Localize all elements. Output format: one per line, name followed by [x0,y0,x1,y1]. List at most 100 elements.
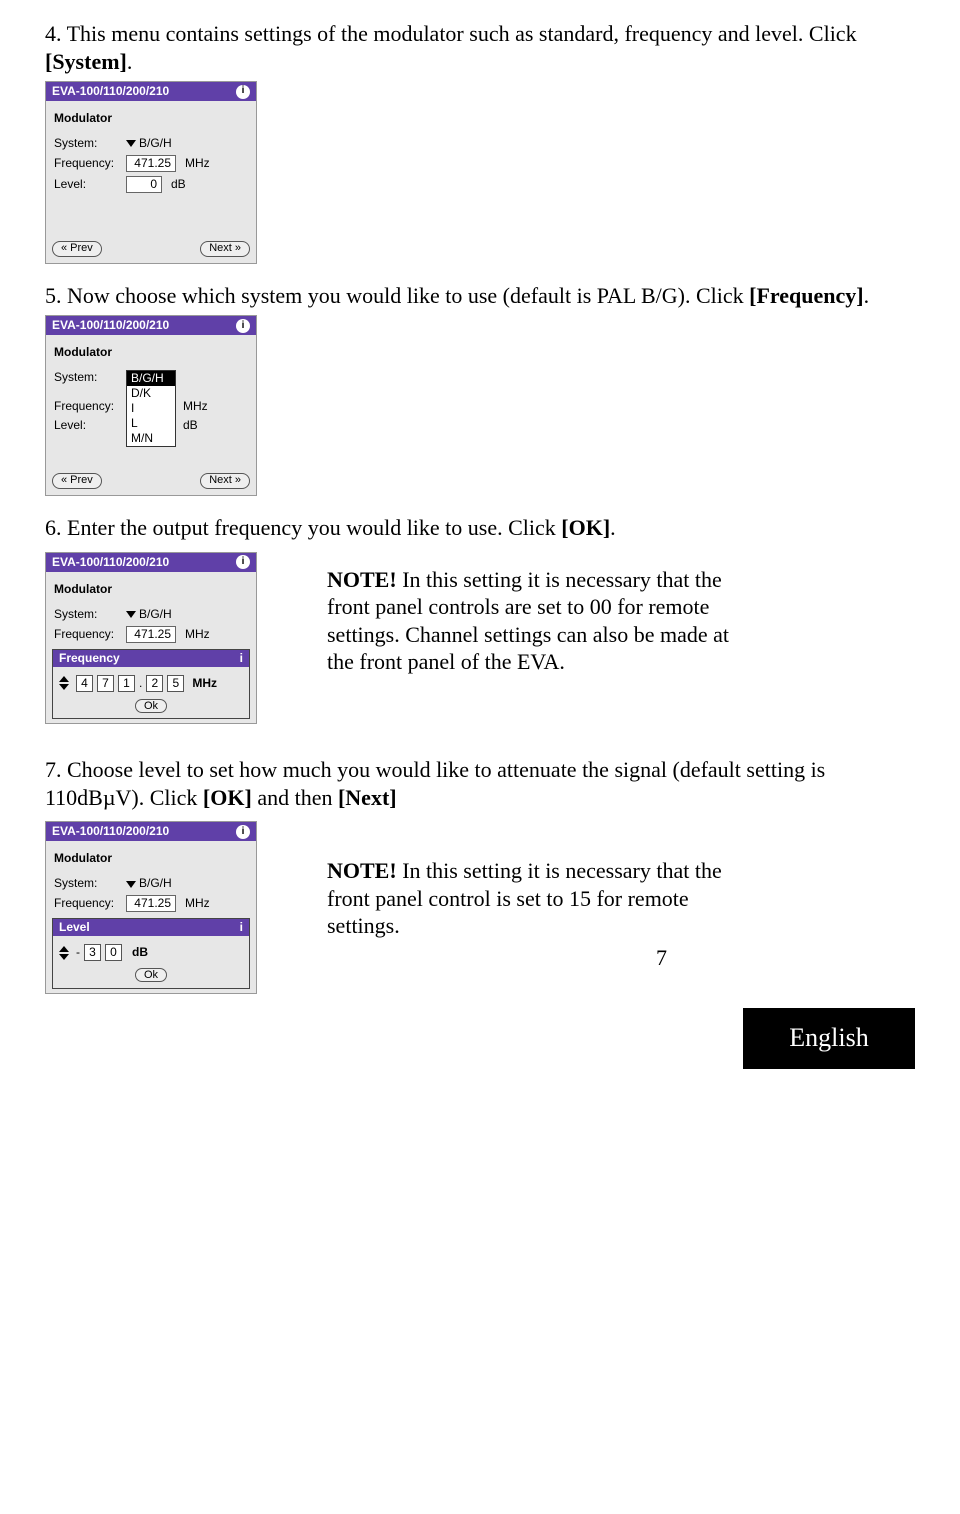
step5-text-c: . [864,283,870,308]
decimal-point: . [139,676,142,691]
panel4-section: Modulator [54,851,248,866]
sub-unit: dB [132,945,148,960]
digit-input[interactable]: 7 [97,675,114,692]
digit-input[interactable]: 5 [167,675,184,692]
digit-input[interactable]: 4 [76,675,93,692]
digit-input[interactable]: 3 [84,944,101,961]
step6-ok-ref: [OK] [561,515,610,540]
step7-ok-ref: [OK] [203,785,252,810]
screenshot-panel-1: EVA-100/110/200/210 i Modulator System: … [45,81,257,264]
level-unit: dB [171,177,186,192]
panel1-title: EVA-100/110/200/210 [52,84,169,99]
note-2: NOTE! In this setting it is necessary th… [327,817,757,971]
frequency-unit: MHz [185,156,210,171]
panel2-section: Modulator [54,345,248,360]
system-label: System: [54,136,120,151]
spinner-icon[interactable] [59,946,69,960]
step7-text: 7. Choose level to set how much you woul… [45,756,915,811]
level-label: Level: [54,177,120,192]
step6-text: 6. Enter the output frequency you would … [45,514,915,542]
minus-sign: - [76,945,80,960]
digit-input[interactable]: 1 [118,675,135,692]
next-button[interactable]: Next » [200,241,250,257]
subpanel-title: Frequency [59,651,120,666]
ok-button[interactable]: Ok [135,968,167,982]
frequency-unit: MHz [185,896,210,911]
frequency-label: Frequency: [54,627,120,642]
screenshot-panel-2: EVA-100/110/200/210 i Modulator System: … [45,315,257,496]
subpanel-title: Level [59,920,90,935]
panel4-titlebar: EVA-100/110/200/210 i [46,822,256,841]
chevron-down-icon [126,611,136,618]
frequency-subpanel: Frequency i 4 7 1 . 2 5 MHz Ok [52,649,250,720]
system-label: System: [54,370,120,385]
system-dropdown-open[interactable]: B/G/H D/K I L M/N [126,370,176,447]
note2-head: NOTE! [327,858,397,883]
prev-button[interactable]: « Prev [52,241,102,257]
frequency-label: Frequency: [54,896,120,911]
frequency-input[interactable]: 471.25 [126,626,176,643]
step7-next-ref: [Next] [338,785,397,810]
ok-button[interactable]: Ok [135,699,167,713]
step5-text: 5. Now choose which system you would lik… [45,282,915,310]
frequency-input[interactable]: 471.25 [126,895,176,912]
step4-text-c: . [127,49,133,74]
step7-text-c: and then [252,785,338,810]
language-badge: English [743,1008,915,1069]
system-value: B/G/H [139,136,172,150]
system-label: System: [54,876,120,891]
system-value: B/G/H [139,607,172,621]
info-icon[interactable]: i [236,825,250,839]
step6-text-a: 6. Enter the output frequency you would … [45,515,561,540]
step6-text-c: . [610,515,616,540]
chevron-down-icon [126,140,136,147]
frequency-label: Frequency: [54,399,120,414]
frequency-label: Frequency: [54,156,120,171]
next-button[interactable]: Next » [200,473,250,489]
page-number: 7 [327,944,757,972]
dropdown-option[interactable]: L [127,416,175,431]
level-label: Level: [54,418,120,433]
info-icon[interactable]: i [236,319,250,333]
step5-frequency-ref: [Frequency] [749,283,863,308]
panel2-title: EVA-100/110/200/210 [52,318,169,333]
dropdown-option[interactable]: I [127,401,175,416]
digit-input[interactable]: 2 [146,675,163,692]
step4-text-a: 4. This menu contains settings of the mo… [45,21,857,46]
info-icon[interactable]: i [240,920,243,935]
system-label: System: [54,607,120,622]
sub-unit: MHz [192,676,217,691]
system-dropdown[interactable]: B/G/H [126,607,172,622]
system-dropdown[interactable]: B/G/H [126,136,172,151]
dropdown-option[interactable]: D/K [127,386,175,401]
panel1-section: Modulator [54,111,248,126]
spinner-icon[interactable] [59,676,69,690]
level-input[interactable]: 0 [126,176,162,193]
system-value: B/G/H [139,876,172,890]
digit-input[interactable]: 0 [105,944,122,961]
step7-text-a: 7. Choose level to set how much you woul… [45,757,825,810]
dropdown-option[interactable]: B/G/H [127,371,175,386]
info-icon[interactable]: i [236,85,250,99]
note1-head: NOTE! [327,567,397,592]
panel3-titlebar: EVA-100/110/200/210 i [46,553,256,572]
frequency-input[interactable]: 471.25 [126,155,176,172]
level-subpanel: Level i - 3 0 dB Ok [52,918,250,989]
info-icon[interactable]: i [236,555,250,569]
screenshot-panel-3: EVA-100/110/200/210 i Modulator System: … [45,552,257,725]
system-dropdown[interactable]: B/G/H [126,876,172,891]
panel3-title: EVA-100/110/200/210 [52,555,169,570]
panel4-title: EVA-100/110/200/210 [52,824,169,839]
dropdown-option[interactable]: M/N [127,431,175,446]
panel2-titlebar: EVA-100/110/200/210 i [46,316,256,335]
chevron-down-icon [126,881,136,888]
frequency-unit: MHz [183,399,208,414]
panel1-titlebar: EVA-100/110/200/210 i [46,82,256,101]
info-icon[interactable]: i [240,651,243,666]
step4-system-ref: [System] [45,49,127,74]
screenshot-panel-4: EVA-100/110/200/210 i Modulator System: … [45,821,257,994]
prev-button[interactable]: « Prev [52,473,102,489]
panel3-section: Modulator [54,582,248,597]
level-unit: dB [183,418,198,433]
frequency-unit: MHz [185,627,210,642]
